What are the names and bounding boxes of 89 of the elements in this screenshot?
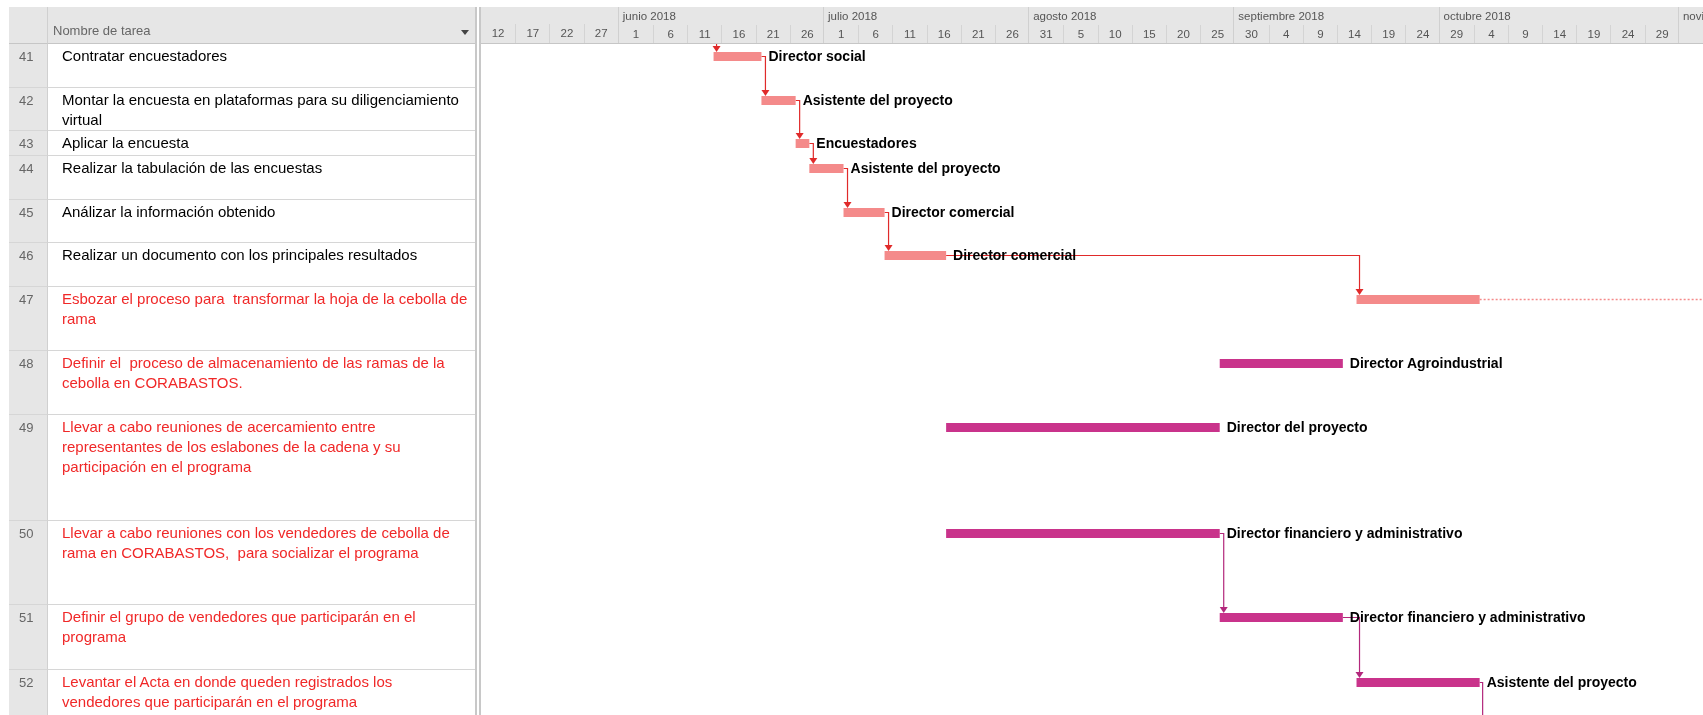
day-tick: 31 bbox=[1039, 28, 1053, 40]
day-tick: 1 bbox=[632, 28, 640, 40]
day-tick: 21 bbox=[766, 28, 780, 40]
task-bar[interactable] bbox=[1356, 295, 1703, 304]
day-tick: 6 bbox=[667, 28, 674, 40]
resource-label: Asistente del proyecto bbox=[1486, 674, 1637, 690]
task-name[interactable]: Definir el proceso de almacenamiento de las ramas de la cebolla en CORABASTOS. bbox=[62, 353, 469, 393]
row-number: 45 bbox=[19, 205, 34, 220]
day-tick: 29 bbox=[1655, 28, 1669, 40]
row-number: 43 bbox=[19, 136, 34, 151]
task-name[interactable]: Realizar un documento con los principales resultados bbox=[62, 245, 469, 265]
resource-label: Asistente del proyecto bbox=[850, 160, 1001, 176]
resource-label: Director comercial bbox=[891, 204, 1015, 220]
task-bar[interactable] bbox=[1219, 613, 1343, 622]
resource-label: Director financiero y administrativo bbox=[1226, 525, 1463, 541]
task-name[interactable]: Llevar a cabo reuniones con los vendedores de cebolla de rama en CORABASTOS, para socializar el programa bbox=[62, 523, 469, 563]
task-bar[interactable] bbox=[761, 96, 796, 105]
day-tick: 10 bbox=[1108, 28, 1122, 40]
task-name[interactable]: Aplicar la encuesta bbox=[62, 133, 469, 153]
task-bar[interactable] bbox=[946, 423, 1220, 432]
task-name[interactable]: Montar la encuesta en plataformas para su diligenciamiento virtual bbox=[62, 90, 469, 130]
row-number: 50 bbox=[19, 526, 34, 541]
task-bar[interactable] bbox=[809, 164, 844, 173]
task-name[interactable]: Definir el grupo de vendedores que participarán en el programa bbox=[62, 607, 469, 647]
task-name[interactable]: Contratar encuestadores bbox=[62, 46, 469, 66]
task-name[interactable]: Realizar la tabulación de las encuestas bbox=[62, 158, 469, 178]
day-tick: 17 bbox=[526, 27, 540, 39]
day-tick: 11 bbox=[698, 28, 711, 40]
day-tick: 22 bbox=[560, 27, 574, 39]
day-tick: 1 bbox=[837, 28, 845, 40]
column-header[interactable]: Nombre de tarea bbox=[47, 7, 475, 44]
row-number: 41 bbox=[19, 49, 34, 64]
task-bar[interactable] bbox=[1356, 678, 1480, 687]
day-tick: 25 bbox=[1211, 28, 1225, 40]
row-number: 48 bbox=[19, 356, 34, 371]
day-tick: 16 bbox=[732, 28, 746, 40]
task-bar[interactable] bbox=[946, 529, 1220, 538]
resource-label: Asistente del proyecto bbox=[802, 92, 953, 108]
day-tick: 15 bbox=[1142, 28, 1156, 40]
day-tick: 12 bbox=[491, 27, 505, 39]
day-tick: 4 bbox=[1282, 28, 1290, 40]
day-tick: 27 bbox=[594, 27, 608, 39]
month-label: septiembre 2018 bbox=[1238, 10, 1325, 22]
task-name[interactable]: Esbozar el proceso para transformar la hoja de la cebolla de rama bbox=[62, 289, 469, 329]
row-number: 42 bbox=[19, 93, 34, 108]
day-tick: 24 bbox=[1416, 28, 1430, 40]
day-tick: 26 bbox=[800, 28, 814, 40]
day-tick: 14 bbox=[1553, 28, 1567, 40]
day-tick: 20 bbox=[1177, 28, 1190, 40]
day-tick: 19 bbox=[1587, 28, 1601, 40]
row-number: 47 bbox=[19, 292, 34, 307]
month-label: octubre 2018 bbox=[1443, 10, 1511, 22]
resource-label: Encuestadores bbox=[816, 135, 917, 151]
row-number: 46 bbox=[19, 248, 34, 263]
caret-icon[interactable] bbox=[461, 30, 469, 35]
task-bar[interactable] bbox=[843, 208, 885, 217]
row-number: 52 bbox=[19, 675, 34, 690]
day-tick: 19 bbox=[1382, 28, 1396, 40]
day-tick: 4 bbox=[1488, 28, 1495, 40]
month-label: junio 2018 bbox=[622, 10, 676, 22]
day-tick: 24 bbox=[1621, 28, 1635, 40]
day-tick: 9 bbox=[1522, 28, 1529, 40]
resource-label: Director social bbox=[768, 48, 866, 64]
day-tick: 14 bbox=[1348, 28, 1361, 40]
day-tick: 30 bbox=[1245, 28, 1258, 40]
row-number: 44 bbox=[19, 161, 34, 176]
task-name[interactable]: Llevar a cabo reuniones de acercamiento entre representantes de los eslabones de la cadena y su participación en el programa bbox=[62, 417, 469, 477]
task-bar[interactable] bbox=[713, 52, 762, 61]
day-tick: 29 bbox=[1450, 28, 1464, 40]
row-number: 49 bbox=[19, 420, 34, 435]
resource-label: Director del proyecto bbox=[1226, 419, 1368, 435]
day-tick: 26 bbox=[1006, 28, 1019, 40]
month-label: novi bbox=[1682, 10, 1703, 22]
resource-label: Director financiero y administrativo bbox=[1349, 609, 1586, 625]
month-label: julio 2018 bbox=[828, 10, 878, 22]
task-bar[interactable] bbox=[884, 251, 947, 260]
day-tick: 11 bbox=[903, 28, 916, 40]
task-bar[interactable] bbox=[1219, 359, 1343, 368]
month-label: agosto 2018 bbox=[1033, 10, 1097, 22]
task-name[interactable]: Levantar el Acta en donde queden registrados los vendedores que participarán en el programa bbox=[62, 672, 469, 712]
task-bar[interactable] bbox=[795, 139, 810, 148]
day-tick: 9 bbox=[1317, 28, 1324, 40]
row-number: 51 bbox=[19, 610, 34, 625]
day-tick: 5 bbox=[1077, 28, 1085, 40]
day-tick: 16 bbox=[937, 28, 951, 40]
day-tick: 6 bbox=[872, 28, 879, 40]
resource-label: Director Agroindustrial bbox=[1349, 355, 1503, 371]
day-tick: 21 bbox=[971, 28, 985, 40]
task-name[interactable]: Análizar la información obtenido bbox=[62, 202, 469, 222]
